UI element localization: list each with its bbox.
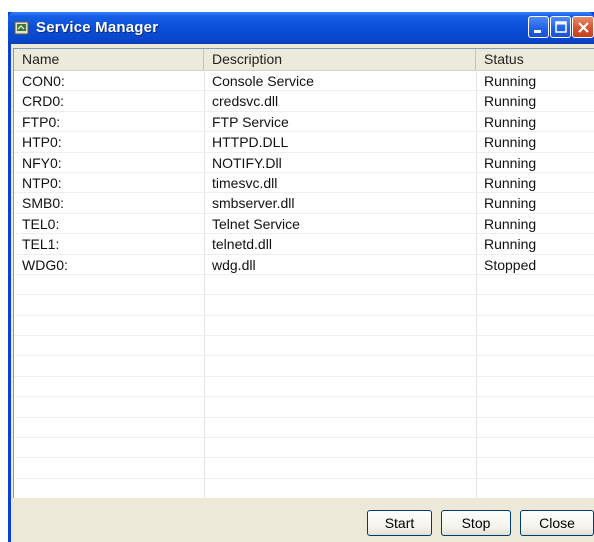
table-row[interactable]: CRD0: credsvc.dll Running: [14, 91, 594, 112]
close-window-button[interactable]: [572, 16, 594, 38]
service-manager-window: Service Manager Name Description Status: [8, 12, 594, 542]
empty-row: [14, 275, 594, 296]
service-status: Running: [484, 195, 537, 212]
service-name: TEL1:: [22, 236, 60, 253]
service-description: credsvc.dll: [212, 93, 279, 110]
service-description: telnetd.dll: [212, 236, 272, 253]
service-status: Running: [484, 236, 537, 253]
service-status: Running: [484, 174, 537, 191]
service-description: FTP Service: [212, 113, 289, 130]
empty-row: [14, 458, 594, 479]
service-description: NOTIFY.Dll: [212, 154, 282, 171]
service-status: Running: [484, 113, 537, 130]
service-description: timesvc.dll: [212, 174, 278, 191]
table-row[interactable]: CON0: Console Service Running: [14, 71, 594, 92]
empty-row: [14, 418, 594, 439]
service-name: NTP0:: [22, 174, 62, 191]
window-client-area: Name Description Status CON0: Console Ser…: [11, 44, 594, 542]
column-header-name[interactable]: Name: [14, 49, 204, 70]
service-name: SMB0:: [22, 195, 65, 212]
table-row[interactable]: WDG0: wdg.dll Stopped: [14, 255, 594, 275]
start-button[interactable]: Start: [367, 510, 432, 536]
empty-row: [14, 295, 594, 316]
empty-row: [14, 336, 594, 357]
empty-row: [14, 377, 594, 398]
close-icon: [578, 22, 589, 33]
empty-row: [14, 438, 594, 459]
empty-row: [14, 316, 594, 337]
table-row[interactable]: NFY0: NOTIFY.Dll Running: [14, 153, 594, 173]
column-header-description[interactable]: Description: [204, 49, 476, 70]
service-status: Running: [484, 73, 537, 89]
service-description: Telnet Service: [212, 215, 300, 232]
services-list[interactable]: Name Description Status CON0: Console Ser…: [13, 48, 594, 498]
maximize-icon: [555, 21, 567, 33]
service-description: wdg.dll: [212, 256, 256, 273]
window-title: Service Manager: [36, 19, 159, 36]
empty-row: [14, 479, 594, 498]
service-name: CRD0:: [22, 93, 65, 110]
service-name: NFY0:: [22, 154, 62, 171]
service-name: CON0:: [22, 73, 65, 89]
stop-button[interactable]: Stop: [441, 510, 511, 536]
close-button[interactable]: Close: [520, 510, 594, 536]
service-status: Stopped: [484, 256, 537, 273]
app-icon: [14, 20, 30, 36]
table-row[interactable]: SMB0: smbserver.dll Running: [14, 193, 594, 214]
list-header: Name Description Status: [14, 49, 594, 71]
service-status: Running: [484, 93, 537, 110]
service-name: FTP0:: [22, 113, 61, 130]
minimize-icon: [534, 30, 541, 33]
service-description: HTTPD.DLL: [212, 134, 289, 151]
title-bar[interactable]: Service Manager: [8, 12, 594, 44]
service-status: Running: [484, 154, 537, 171]
table-row[interactable]: HTP0: HTTPD.DLL Running: [14, 132, 594, 153]
maximize-button[interactable]: [550, 16, 571, 38]
table-row[interactable]: TEL0: Telnet Service Running: [14, 214, 594, 235]
table-row[interactable]: TEL1: telnetd.dll Running: [14, 234, 594, 255]
minimize-button[interactable]: [528, 16, 549, 38]
service-description: Console Service: [212, 73, 314, 89]
service-status: Running: [484, 134, 537, 151]
list-rows: CON0: Console Service Running CRD0: credsvc.…: [14, 71, 594, 498]
table-row[interactable]: NTP0: timesvc.dll Running: [14, 173, 594, 194]
column-header-status[interactable]: Status: [476, 49, 594, 70]
table-row[interactable]: FTP0: FTP Service Running: [14, 112, 594, 133]
service-name: TEL0:: [22, 215, 60, 232]
service-name: WDG0:: [22, 256, 68, 273]
service-status: Running: [484, 215, 537, 232]
service-name: HTP0:: [22, 134, 62, 151]
empty-row: [14, 356, 594, 377]
service-description: smbserver.dll: [212, 195, 295, 212]
button-bar: Start Stop Close: [11, 500, 594, 542]
empty-row: [14, 397, 594, 418]
